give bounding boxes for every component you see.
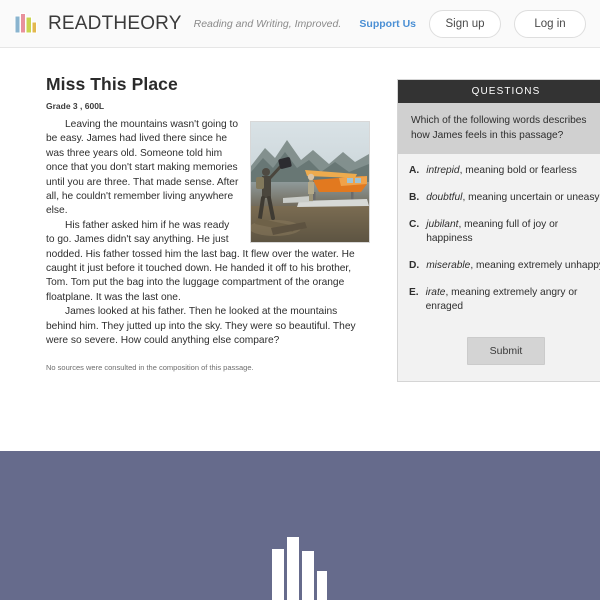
- header-actions: Support Us Sign up Log in: [359, 9, 586, 38]
- answer-definition-d: , meaning extremely unhappy: [470, 260, 600, 271]
- answer-options-list: A. intrepid, meaning bold or fearless B.…: [398, 154, 600, 333]
- answer-word-d: miserable: [426, 260, 471, 271]
- answer-text-c: jubilant, meaning full of joy or happine…: [426, 218, 600, 246]
- question-stem: Which of the following words describes h…: [398, 103, 600, 154]
- answer-option-e[interactable]: E. irate, meaning extremely angry or enr…: [407, 286, 600, 327]
- answer-letter-d: D.: [409, 260, 420, 271]
- passage-title: Miss This Place: [46, 74, 178, 94]
- questions-section: QUESTIONS Which of the following words d…: [397, 74, 600, 382]
- answer-text-a: intrepid, meaning bold or fearless: [426, 164, 600, 178]
- answer-option-c[interactable]: C. jubilant, meaning full of joy or happ…: [407, 218, 600, 259]
- brand-name-rest: THEORY: [101, 12, 182, 34]
- site-header: READTHEORY Reading and Writing, Improved…: [0, 0, 600, 48]
- passage-paragraph-3: James looked at his father. Then he look…: [46, 306, 356, 347]
- answer-letter-a: A.: [409, 165, 420, 176]
- passage-grade-level: Grade 3 , 600L: [46, 101, 105, 111]
- answer-letter-b: B.: [409, 192, 420, 203]
- answer-option-a[interactable]: A. intrepid, meaning bold or fearless: [407, 164, 600, 191]
- brand-home-link[interactable]: READTHEORY: [14, 12, 182, 36]
- answer-definition-a: , meaning bold or fearless: [459, 165, 577, 176]
- sources-note: No sources were consulted in the composi…: [46, 362, 254, 372]
- answer-definition-e: , meaning extremely angry or enraged: [425, 287, 578, 312]
- answer-word-e: irate: [425, 287, 446, 298]
- site-footer: [0, 451, 600, 600]
- answer-definition-b: , meaning uncertain or uneasy: [462, 192, 600, 203]
- log-in-button[interactable]: Log in: [514, 9, 586, 38]
- brand-name-lead: READ: [48, 12, 102, 34]
- footer-logo-icon: [270, 533, 330, 600]
- answer-text-e: irate, meaning extremely angry or enrage…: [426, 286, 600, 314]
- brand-name: READTHEORY: [48, 13, 182, 35]
- support-us-link[interactable]: Support Us: [359, 18, 416, 30]
- submit-button[interactable]: Submit: [466, 337, 546, 365]
- answer-letter-e: E.: [409, 287, 419, 298]
- answer-text-d: miserable, meaning extremely unhappy: [426, 259, 600, 273]
- passage-body: Leaving the mountains wasn't going to be…: [46, 118, 370, 349]
- brand-tagline: Reading and Writing, Improved.: [193, 17, 342, 30]
- main-content: Miss This Place Grade 3 , 600L Leaving t…: [0, 48, 600, 451]
- readtheory-logo-icon: [14, 12, 40, 36]
- sign-up-button[interactable]: Sign up: [429, 9, 501, 38]
- submit-row: Submit: [398, 333, 600, 381]
- answer-word-c: jubilant: [426, 219, 459, 230]
- answer-option-d[interactable]: D. miserable, meaning extremely unhappy: [407, 259, 600, 286]
- passage-image: [250, 121, 370, 243]
- answer-text-b: doubtful, meaning uncertain or uneasy: [426, 191, 600, 205]
- answer-word-a: intrepid: [426, 165, 460, 176]
- passage-section: Miss This Place Grade 3 , 600L Leaving t…: [46, 74, 370, 382]
- answer-option-b[interactable]: B. doubtful, meaning uncertain or uneasy: [407, 191, 600, 218]
- answer-letter-c: C.: [409, 219, 420, 230]
- questions-panel: QUESTIONS Which of the following words d…: [397, 79, 600, 382]
- answer-word-b: doubtful: [426, 192, 463, 203]
- questions-panel-header: QUESTIONS: [398, 80, 600, 103]
